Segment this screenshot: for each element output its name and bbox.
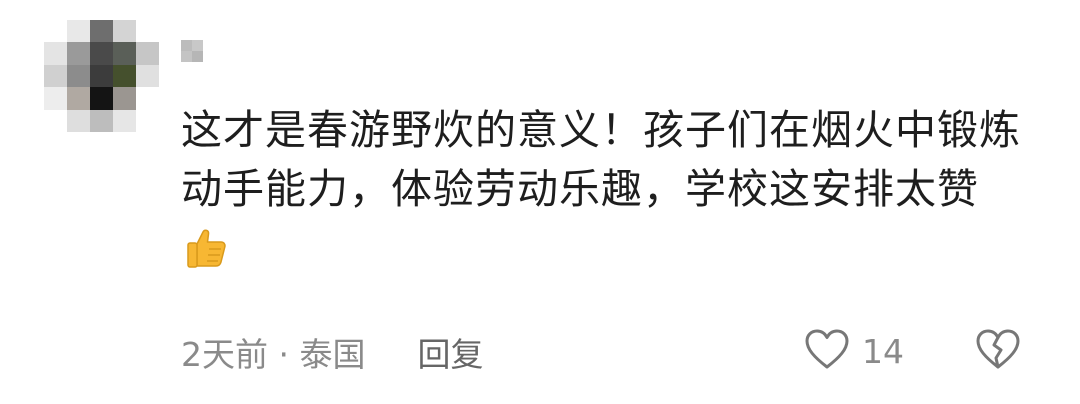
broken-heart-outline-icon bbox=[975, 328, 1021, 374]
thumbs-up-emoji-icon bbox=[183, 224, 231, 288]
heart-outline-icon bbox=[804, 328, 850, 374]
meta-separator: · bbox=[268, 335, 300, 374]
like-count: 14 bbox=[862, 331, 904, 371]
comment-time: 2天前 bbox=[181, 335, 268, 374]
like-button[interactable]: 14 bbox=[804, 328, 904, 374]
comment-meta: 2天前 · 泰国 bbox=[181, 328, 365, 376]
dislike-button[interactable] bbox=[974, 328, 1022, 374]
comment-body: 这才是春游野炊的意义！孩子们在烟火中锻炼动手能力，体验劳动乐趣，学校这安排太赞 bbox=[181, 106, 1021, 213]
comment-footer: 2天前 · 泰国 回复 bbox=[181, 330, 483, 374]
reply-button[interactable]: 回复 bbox=[417, 328, 483, 376]
username[interactable] bbox=[181, 40, 203, 62]
avatar[interactable] bbox=[44, 20, 159, 132]
comment-text: 这才是春游野炊的意义！孩子们在烟火中锻炼动手能力，体验劳动乐趣，学校这安排太赞 bbox=[181, 101, 1021, 288]
comment-location: 泰国 bbox=[299, 335, 366, 374]
